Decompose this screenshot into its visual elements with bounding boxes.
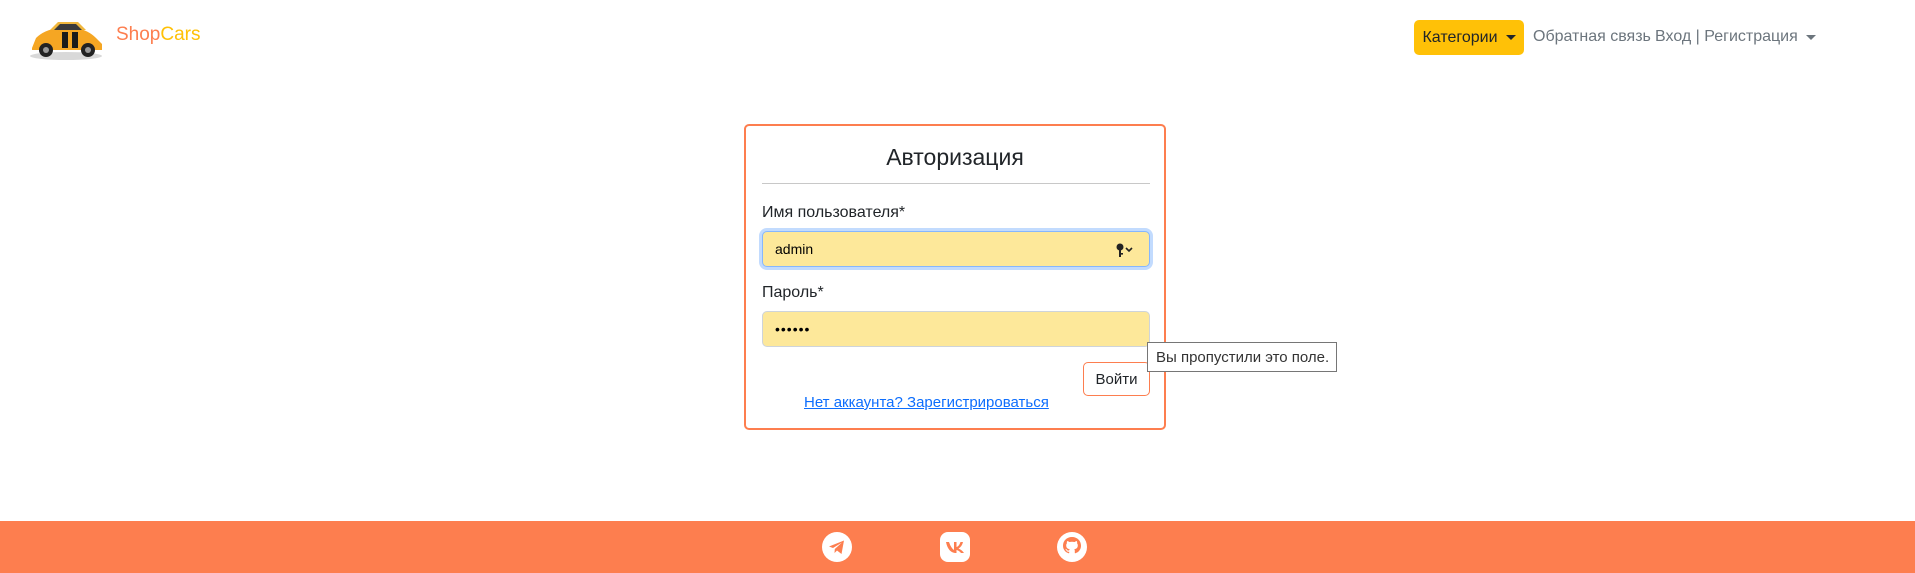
- nav-feedback-link[interactable]: Обратная связь: [1533, 28, 1651, 46]
- brand-name-shop: Shop: [116, 24, 161, 45]
- nav-login-label: Вход | Регистрация: [1655, 28, 1798, 45]
- password-label: Пароль*: [762, 284, 824, 301]
- navbar: ShopCars Категории Обратная связь Вход |…: [0, 0, 1915, 76]
- categories-label: Категории: [1422, 28, 1498, 46]
- categories-dropdown-button[interactable]: Категории: [1414, 20, 1524, 55]
- validation-tooltip: Вы пропустили это поле.: [1147, 342, 1337, 372]
- username-label: Имя пользователя*: [762, 204, 906, 221]
- car-logo-icon[interactable]: [26, 14, 106, 62]
- login-card: Авторизация Имя пользователя* admin Паро…: [744, 124, 1166, 430]
- caret-down-icon: [1505, 35, 1516, 40]
- divider: [762, 183, 1150, 184]
- login-submit-button[interactable]: Войти: [1083, 362, 1150, 396]
- github-icon[interactable]: [1056, 531, 1088, 563]
- brand-name-cars: Cars: [160, 24, 201, 45]
- register-link[interactable]: Нет аккаунта? Зарегистрироваться: [804, 394, 1049, 411]
- telegram-icon[interactable]: [821, 531, 853, 563]
- brand-name[interactable]: ShopCars: [116, 24, 201, 46]
- password-input[interactable]: ••••••: [762, 311, 1150, 347]
- nav-login-dropdown[interactable]: Вход | Регистрация: [1655, 28, 1816, 46]
- key-autofill-icon[interactable]: [1115, 242, 1133, 258]
- username-input[interactable]: admin: [762, 231, 1150, 267]
- vk-icon[interactable]: [939, 531, 971, 563]
- login-title: Авторизация: [886, 144, 1024, 170]
- page: ShopCars Категории Обратная связь Вход |…: [0, 0, 1915, 573]
- footer: [0, 521, 1915, 573]
- password-value: ••••••: [775, 321, 811, 337]
- username-value: admin: [775, 241, 814, 257]
- caret-down-icon: [1805, 34, 1816, 40]
